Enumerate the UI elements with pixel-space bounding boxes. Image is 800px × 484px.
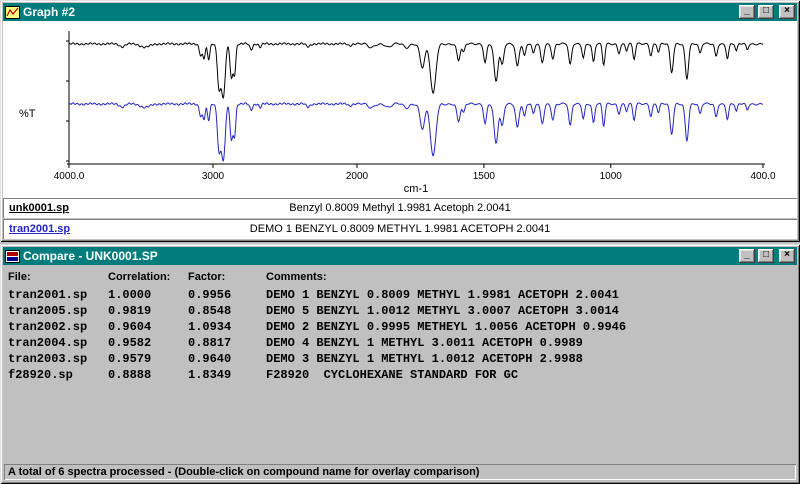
table-row: tran2002.sp 0.9604 1.0934 DEMO 2 BENZYL … <box>8 319 794 335</box>
graph-icon[interactable] <box>5 6 20 19</box>
result-factor: 0.9956 <box>188 288 266 302</box>
table-row: tran2003.sp 0.9579 0.9640 DEMO 3 BENZYL … <box>8 351 794 367</box>
results-table: tran2001.sp 1.0000 0.9956 DEMO 1 BENZYL … <box>8 287 794 383</box>
column-header-factor: Factor: <box>188 271 266 283</box>
maximize-button[interactable]: □ <box>758 5 774 19</box>
result-correlation: 0.8888 <box>108 368 188 382</box>
compare-icon[interactable] <box>5 250 20 263</box>
compare-window-title: Compare - UNK0001.SP <box>23 249 736 263</box>
svg-text:cm-1: cm-1 <box>404 183 428 195</box>
result-factor: 0.8548 <box>188 304 266 318</box>
status-text: A total of 6 spectra processed - (Double… <box>8 466 479 478</box>
spectra-plot-area: 4000.0 3000 2000 1500 1000 400.0 cm-1 %T <box>3 21 797 198</box>
close-icon[interactable]: × <box>779 5 795 19</box>
maximize-button[interactable]: □ <box>758 249 774 263</box>
result-correlation: 0.9604 <box>108 320 188 334</box>
svg-text:400.0: 400.0 <box>750 171 775 182</box>
result-comments: DEMO 4 BENZYL 1 METHYL 3.0011 ACETOPH 0.… <box>266 336 794 350</box>
column-header-comments: Comments: <box>266 271 794 283</box>
compare-window-titlebar[interactable]: Compare - UNK0001.SP _ □ × <box>3 247 797 265</box>
legend-file-link[interactable]: unk0001.sp <box>3 202 69 214</box>
result-comments: DEMO 3 BENZYL 1 METHYL 1.0012 ACETOPH 2.… <box>266 352 794 366</box>
close-icon[interactable]: × <box>779 249 795 263</box>
svg-text:1000: 1000 <box>600 171 623 182</box>
result-comments: DEMO 5 BENZYL 1.0012 METHYL 3.0007 ACETO… <box>266 304 794 318</box>
desktop: { "controls": {"minimize": "_", "maximiz… <box>0 0 800 484</box>
ir-spectra-chart: 4000.0 3000 2000 1500 1000 400.0 cm-1 %T <box>3 21 797 198</box>
svg-text:3000: 3000 <box>202 171 225 182</box>
result-factor: 1.0934 <box>188 320 266 334</box>
legend-description: Benzyl 0.8009 Methyl 1.9981 Acetoph 2.00… <box>3 202 797 214</box>
result-factor: 1.8349 <box>188 368 266 382</box>
result-comments: DEMO 1 BENZYL 0.8009 METHYL 1.9981 ACETO… <box>266 288 794 302</box>
result-file-name[interactable]: tran2001.sp <box>8 288 108 302</box>
legend-row-reference: tran2001.sp DEMO 1 BENZYL 0.8009 METHYL … <box>3 219 797 239</box>
result-file-name[interactable]: tran2004.sp <box>8 336 108 350</box>
result-file-name[interactable]: tran2003.sp <box>8 352 108 366</box>
result-correlation: 0.9819 <box>108 304 188 318</box>
result-file-name[interactable]: tran2002.sp <box>8 320 108 334</box>
graph-window-title: Graph #2 <box>23 5 736 19</box>
result-comments: F28920 CYCLOHEXANE STANDARD FOR GC <box>266 368 794 382</box>
table-row: tran2001.sp 1.0000 0.9956 DEMO 1 BENZYL … <box>8 287 794 303</box>
compare-window: Compare - UNK0001.SP _ □ × File: Correla… <box>0 244 800 484</box>
status-bar: A total of 6 spectra processed - (Double… <box>4 464 796 480</box>
result-factor: 0.8817 <box>188 336 266 350</box>
table-row: tran2005.sp 0.9819 0.8548 DEMO 5 BENZYL … <box>8 303 794 319</box>
legend-file-link[interactable]: tran2001.sp <box>3 223 70 235</box>
svg-text:%T: %T <box>19 108 36 120</box>
result-file-name[interactable]: f28920.sp <box>8 368 108 382</box>
result-file-name[interactable]: tran2005.sp <box>8 304 108 318</box>
graph-window: Graph #2 _ □ × 4000.03000200015001000400… <box>0 0 800 242</box>
legend-description: DEMO 1 BENZYL 0.8009 METHYL 1.9981 ACETO… <box>3 223 797 235</box>
minimize-button[interactable]: _ <box>739 5 755 19</box>
graph-window-titlebar[interactable]: Graph #2 _ □ × <box>3 3 797 21</box>
result-factor: 0.9640 <box>188 352 266 366</box>
table-row: f28920.sp 0.8888 1.8349 F28920 CYCLOHEXA… <box>8 367 794 383</box>
result-correlation: 0.9582 <box>108 336 188 350</box>
table-row: tran2004.sp 0.9582 0.8817 DEMO 4 BENZYL … <box>8 335 794 351</box>
legend-row-unknown: unk0001.sp Benzyl 0.8009 Methyl 1.9981 A… <box>3 198 797 218</box>
column-header-correlation: Correlation: <box>108 271 188 283</box>
results-header-row: File: Correlation: Factor: Comments: <box>8 271 794 283</box>
svg-text:1500: 1500 <box>473 171 496 182</box>
result-correlation: 1.0000 <box>108 288 188 302</box>
column-header-file: File: <box>8 271 108 283</box>
svg-text:4000.0: 4000.0 <box>54 171 85 182</box>
result-correlation: 0.9579 <box>108 352 188 366</box>
svg-text:2000: 2000 <box>346 171 369 182</box>
result-comments: DEMO 2 BENZYL 0.9995 METHEYL 1.0056 ACET… <box>266 320 794 334</box>
minimize-button[interactable]: _ <box>739 249 755 263</box>
